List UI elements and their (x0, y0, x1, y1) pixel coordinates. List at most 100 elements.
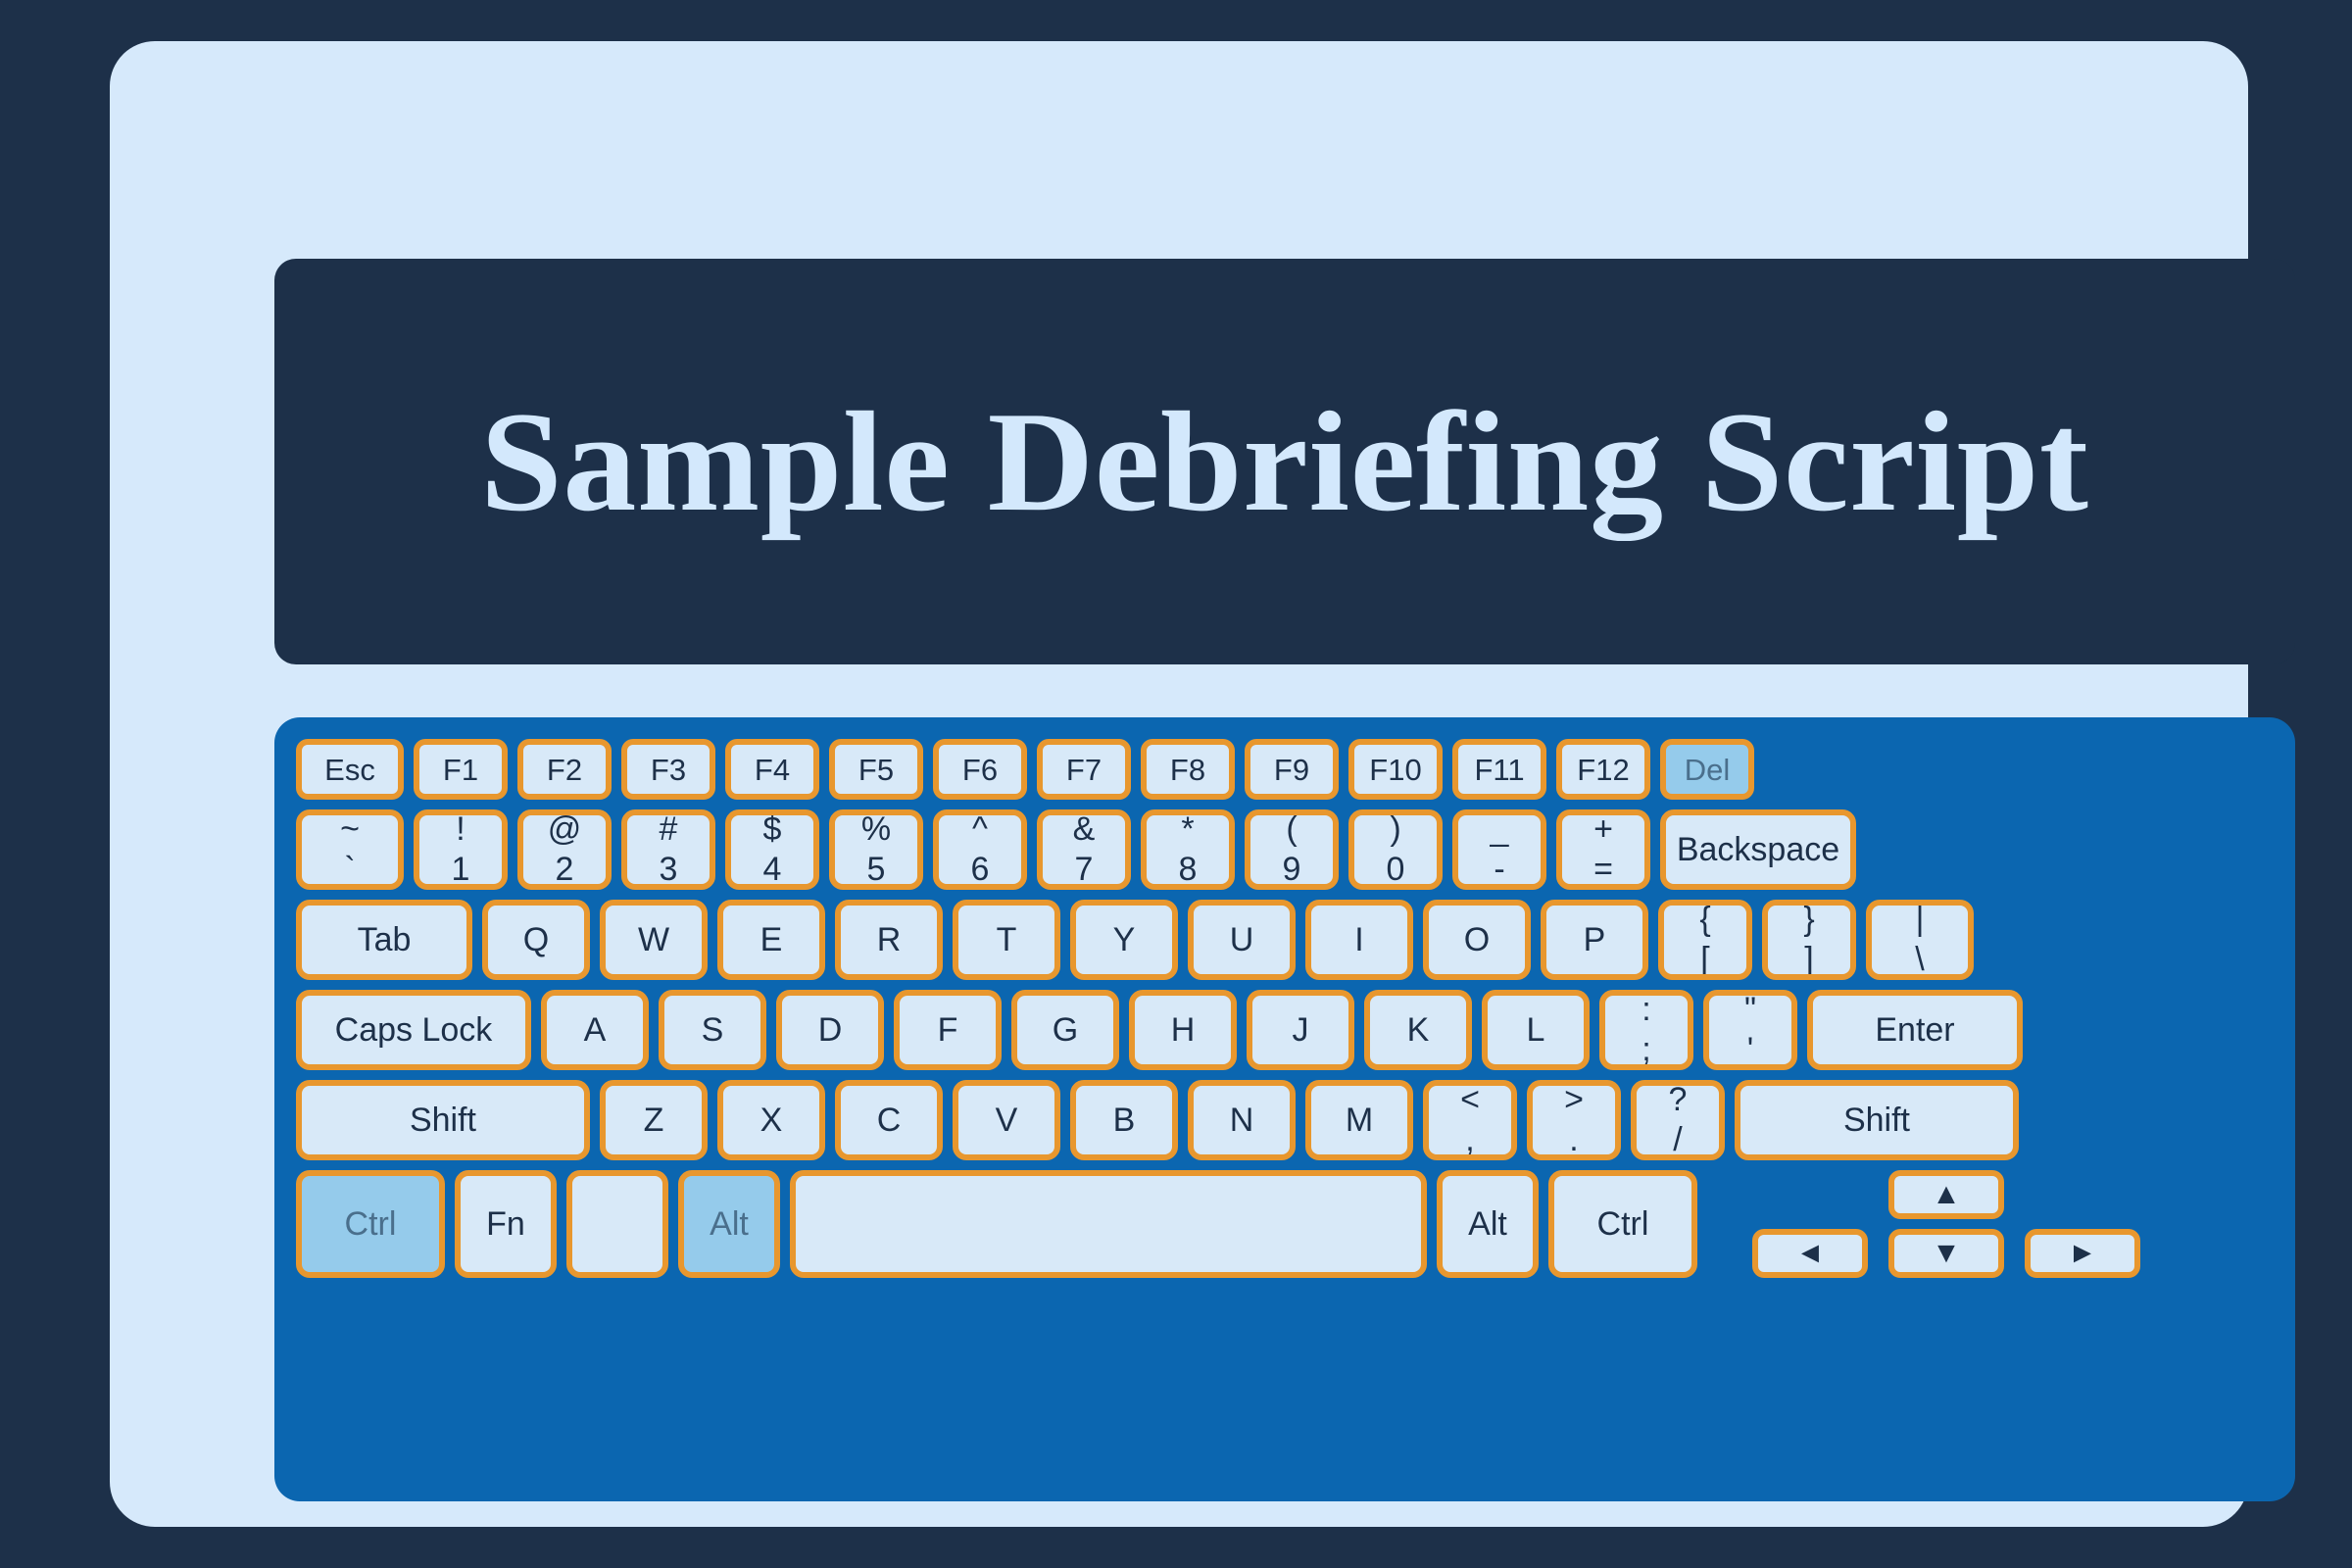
key-alt[interactable]: Alt (1437, 1170, 1539, 1278)
key-legend-bottom: - (1494, 851, 1505, 888)
key-del[interactable]: Del (1660, 739, 1754, 800)
key-f7[interactable]: F7 (1037, 739, 1131, 800)
key-0[interactable]: ) 0 (1348, 809, 1443, 890)
key-label: F6 (961, 752, 999, 787)
key-enter[interactable]: Enter (1807, 990, 2023, 1070)
key-esc[interactable]: Esc (296, 739, 404, 800)
key-f11[interactable]: F11 (1452, 739, 1546, 800)
key-l[interactable]: L (1482, 990, 1590, 1070)
key-ctrl[interactable]: Ctrl (1548, 1170, 1697, 1278)
key-sym[interactable]: ? / (1631, 1080, 1725, 1160)
key-sym[interactable]: <, (1423, 1080, 1517, 1160)
key-sym[interactable]: + = (1556, 809, 1650, 890)
key-c[interactable]: C (835, 1080, 943, 1160)
arrow-up-key[interactable]: ▲ (1888, 1170, 2004, 1219)
key-e[interactable]: E (717, 900, 825, 980)
key-4[interactable]: $4 (725, 809, 819, 890)
key-sym[interactable]: | \ (1866, 900, 1974, 980)
key-2[interactable]: @2 (517, 809, 612, 890)
spacebar[interactable] (790, 1170, 1427, 1278)
key-label: P (1583, 921, 1606, 958)
key-legend-top: # (659, 810, 678, 849)
key-9[interactable]: (9 (1245, 809, 1339, 890)
key-p[interactable]: P (1541, 900, 1648, 980)
key-blank[interactable] (566, 1170, 668, 1278)
key-f12[interactable]: F12 (1556, 739, 1650, 800)
key-f[interactable]: F (894, 990, 1002, 1070)
key-sym[interactable]: ~ ` (296, 809, 404, 890)
key-f8[interactable]: F8 (1141, 739, 1235, 800)
key-label: H (1170, 1011, 1196, 1049)
key-f4[interactable]: F4 (725, 739, 819, 800)
key-s[interactable]: S (659, 990, 766, 1070)
key-h[interactable]: H (1129, 990, 1237, 1070)
key-sym[interactable]: " ' (1703, 990, 1797, 1070)
key-caps-lock[interactable]: Caps Lock (296, 990, 531, 1070)
key-y[interactable]: Y (1070, 900, 1178, 980)
key-b[interactable]: B (1070, 1080, 1178, 1160)
key-1[interactable]: ! 1 (414, 809, 508, 890)
key-8[interactable]: * 8 (1141, 809, 1235, 890)
key-7[interactable]: & 7 (1037, 809, 1131, 890)
key-r[interactable]: R (835, 900, 943, 980)
key-fn[interactable]: Fn (455, 1170, 557, 1278)
arrow-left-key[interactable]: ◄ (1752, 1229, 1868, 1278)
key-label: T (996, 921, 1017, 958)
key-x[interactable]: X (717, 1080, 825, 1160)
key-backspace[interactable]: Backspace (1660, 809, 1856, 890)
key-sym[interactable]: :; (1599, 990, 1693, 1070)
key-j[interactable]: J (1247, 990, 1354, 1070)
key-f10[interactable]: F10 (1348, 739, 1443, 800)
key-label: L (1526, 1011, 1545, 1049)
key-label: I (1354, 921, 1364, 958)
arrow-right-key[interactable]: ► (2025, 1229, 2140, 1278)
key-shift[interactable]: Shift (296, 1080, 590, 1160)
key-a[interactable]: A (541, 990, 649, 1070)
number-row: ~ `! 1 @2 #3 $4% 5 ^ 6 & 7 * 8(9) 0 _ - + = Backspace (296, 809, 2274, 890)
key-o[interactable]: O (1423, 900, 1531, 980)
key-alt[interactable]: Alt (678, 1170, 780, 1278)
key-z[interactable]: Z (600, 1080, 708, 1160)
key-d[interactable]: D (776, 990, 884, 1070)
arrow-down-key[interactable]: ▼ (1888, 1229, 2004, 1278)
key-sym[interactable]: >. (1527, 1080, 1621, 1160)
key-f5[interactable]: F5 (829, 739, 923, 800)
key-n[interactable]: N (1188, 1080, 1296, 1160)
key-legend-top: @ (547, 810, 582, 849)
key-3[interactable]: #3 (621, 809, 715, 890)
key-legend-bottom: ' (1746, 1031, 1754, 1068)
key-sym[interactable]: _ - (1452, 809, 1546, 890)
key-k[interactable]: K (1364, 990, 1472, 1070)
key-label: R (876, 921, 902, 958)
key-label: C (876, 1102, 902, 1139)
key-shift[interactable]: Shift (1735, 1080, 2019, 1160)
key-t[interactable]: T (953, 900, 1060, 980)
key-i[interactable]: I (1305, 900, 1413, 980)
key-m[interactable]: M (1305, 1080, 1413, 1160)
key-tab[interactable]: Tab (296, 900, 472, 980)
key-label: G (1052, 1011, 1079, 1049)
key-5[interactable]: % 5 (829, 809, 923, 890)
key-g[interactable]: G (1011, 990, 1119, 1070)
key-v[interactable]: V (953, 1080, 1060, 1160)
key-6[interactable]: ^ 6 (933, 809, 1027, 890)
screenshot-root: Sample Debriefing Script Esc F1 F2 F3 F4 F5 F6… (0, 0, 2352, 1568)
key-label: Ctrl (344, 1205, 397, 1243)
key-legend-bottom: / (1673, 1121, 1683, 1158)
key-f6[interactable]: F6 (933, 739, 1027, 800)
key-label: F (937, 1011, 958, 1049)
key-label: F8 (1169, 752, 1206, 787)
key-f2[interactable]: F2 (517, 739, 612, 800)
home-row: Caps Lock A S D F G H J K L:; " ' Enter (296, 990, 2274, 1070)
key-label: Esc (324, 752, 375, 787)
key-f9[interactable]: F9 (1245, 739, 1339, 800)
key-f3[interactable]: F3 (621, 739, 715, 800)
key-f1[interactable]: F1 (414, 739, 508, 800)
key-sym[interactable]: }] (1762, 900, 1856, 980)
key-sym[interactable]: {[ (1658, 900, 1752, 980)
key-ctrl[interactable]: Ctrl (296, 1170, 445, 1278)
key-u[interactable]: U (1188, 900, 1296, 980)
key-w[interactable]: W (600, 900, 708, 980)
shift-row: Shift Z X C V B N M <, >.? / Shift (296, 1080, 2274, 1160)
key-q[interactable]: Q (482, 900, 590, 980)
